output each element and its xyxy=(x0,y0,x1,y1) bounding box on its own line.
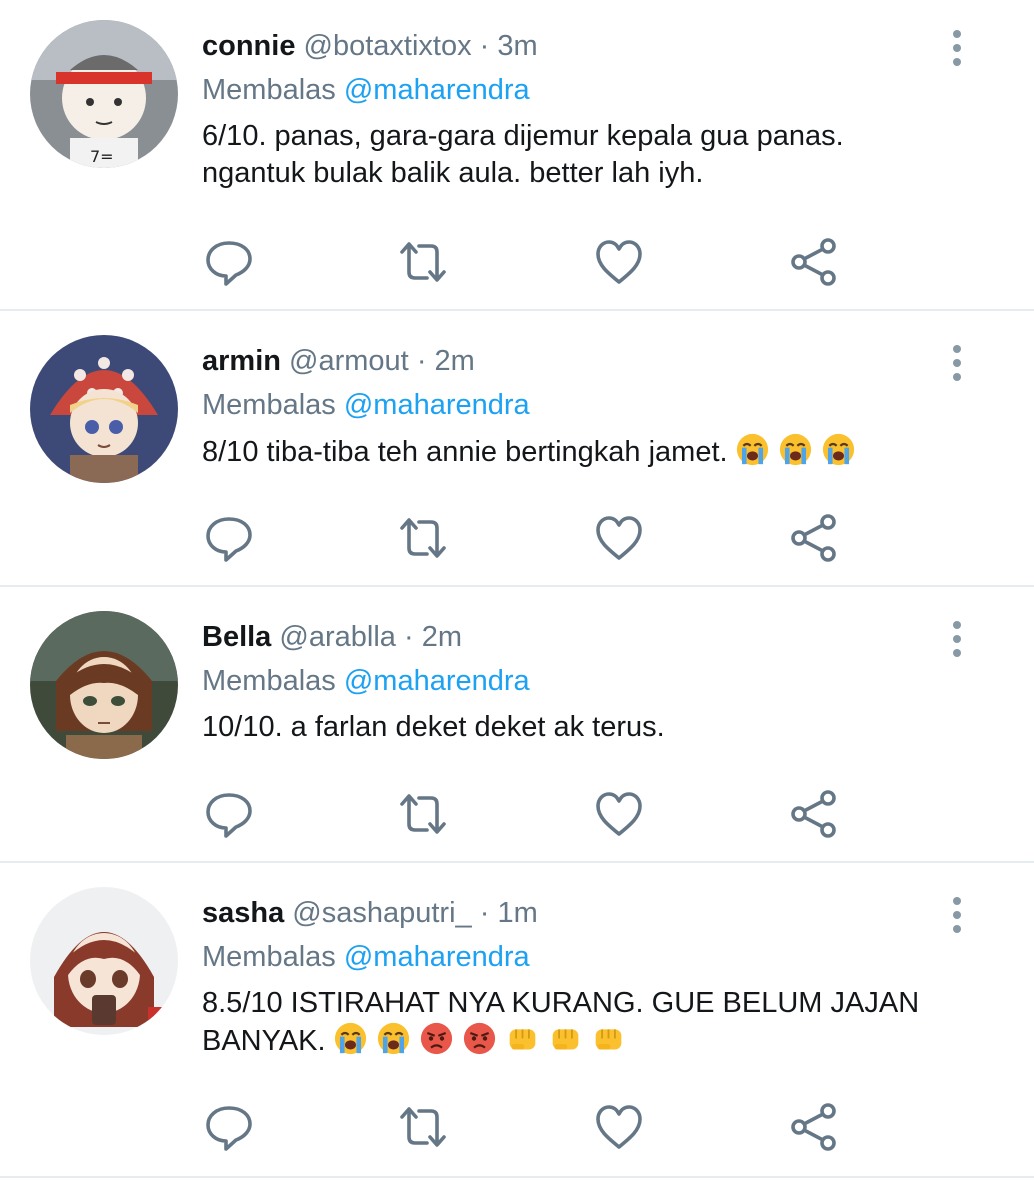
reply-context: Membalas @maharendra xyxy=(202,939,944,975)
tweet-header: armin @armout · 2m xyxy=(202,343,944,379)
heart-icon[interactable] xyxy=(594,238,644,286)
more-vertical-icon[interactable] xyxy=(942,619,972,659)
tweet-text: 10/10. a farlan deket deket ak terus. xyxy=(202,709,944,746)
reply-context: Membalas @maharendra xyxy=(202,663,944,699)
display-name[interactable]: connie xyxy=(202,30,295,62)
tweet-text: 6/10. panas, gara-gara dijemur kepala gu… xyxy=(202,118,944,192)
tweet-text-content: 10/10. a farlan deket deket ak terus. xyxy=(202,711,665,743)
timestamp[interactable]: 3m xyxy=(497,30,537,62)
pouting-face-icon xyxy=(463,1022,496,1055)
share-icon[interactable] xyxy=(790,790,840,838)
timestamp[interactable]: 2m xyxy=(435,345,475,377)
reply-mention-link[interactable]: @maharendra xyxy=(344,665,530,697)
tweet-text: 8/10 tiba-tiba teh annie bertingkah jame… xyxy=(202,433,944,471)
loudly-crying-face-icon xyxy=(822,433,855,466)
tweet-header: sasha @sashaputri_ · 1m xyxy=(202,895,944,931)
more-vertical-icon[interactable] xyxy=(942,28,972,68)
reply-mention-link[interactable]: @maharendra xyxy=(344,389,530,421)
user-handle[interactable]: @armout xyxy=(289,345,409,377)
reply-icon[interactable] xyxy=(204,238,254,286)
reply-context: Membalas @maharendra xyxy=(202,387,944,423)
loudly-crying-face-icon xyxy=(779,433,812,466)
reply-prefix: Membalas xyxy=(202,665,336,697)
reply-context: Membalas @maharendra xyxy=(202,72,944,108)
tweet-item[interactable]: Bella @arablla · 2m Membalas @maharendra… xyxy=(0,587,1034,861)
retweet-icon[interactable] xyxy=(398,1103,448,1151)
tweet-item[interactable]: 7= connie @botaxtixtox · 3m Membalas @ma… xyxy=(0,0,1034,310)
avatar[interactable]: 7= xyxy=(30,20,178,168)
separator: · xyxy=(416,345,427,377)
display-name[interactable]: armin xyxy=(202,345,281,377)
reply-mention-link[interactable]: @maharendra xyxy=(344,941,530,973)
retweet-icon[interactable] xyxy=(398,238,448,286)
tweet-header: Bella @arablla · 2m xyxy=(202,619,944,655)
heart-icon[interactable] xyxy=(594,790,644,838)
user-handle[interactable]: @sashaputri_ xyxy=(292,897,471,929)
tweet-item[interactable]: armin @armout · 2m Membalas @maharendra … xyxy=(0,311,1034,585)
loudly-crying-face-icon xyxy=(334,1022,367,1055)
user-handle[interactable]: @arablla xyxy=(279,621,396,653)
timestamp[interactable]: 1m xyxy=(497,897,537,929)
oncoming-fist-icon xyxy=(592,1022,625,1055)
tweet-text-content: 6/10. panas, gara-gara dijemur kepala gu… xyxy=(202,120,844,189)
loudly-crying-face-icon xyxy=(377,1022,410,1055)
reply-prefix: Membalas xyxy=(202,941,336,973)
reply-icon[interactable] xyxy=(204,514,254,562)
heart-icon[interactable] xyxy=(594,514,644,562)
display-name[interactable]: sasha xyxy=(202,897,284,929)
share-icon[interactable] xyxy=(790,514,840,562)
pouting-face-icon xyxy=(420,1022,453,1055)
emoji-group xyxy=(334,1022,627,1057)
svg-text:7=: 7= xyxy=(90,147,114,166)
retweet-icon[interactable] xyxy=(398,514,448,562)
avatar[interactable] xyxy=(30,611,178,759)
avatar[interactable] xyxy=(30,335,178,483)
oncoming-fist-icon xyxy=(549,1022,582,1055)
display-name[interactable]: Bella xyxy=(202,621,271,653)
loudly-crying-face-icon xyxy=(736,433,769,466)
reply-prefix: Membalas xyxy=(202,74,336,106)
reply-mention-link[interactable]: @maharendra xyxy=(344,74,530,106)
oncoming-fist-icon xyxy=(506,1022,539,1055)
more-vertical-icon[interactable] xyxy=(942,895,972,935)
reply-icon[interactable] xyxy=(204,790,254,838)
separator: · xyxy=(479,30,490,62)
reply-prefix: Membalas xyxy=(202,389,336,421)
tweet-item[interactable]: sasha @sashaputri_ · 1m Membalas @mahare… xyxy=(0,863,1034,1177)
user-handle[interactable]: @botaxtixtox xyxy=(304,30,472,62)
divider xyxy=(0,1176,1034,1178)
separator: · xyxy=(479,897,490,929)
tweet-feed: 7= connie @botaxtixtox · 3m Membalas @ma… xyxy=(0,0,1034,1200)
more-vertical-icon[interactable] xyxy=(942,343,972,383)
separator: · xyxy=(403,621,414,653)
tweet-text-content: 8/10 tiba-tiba teh annie bertingkah jame… xyxy=(202,436,728,468)
avatar[interactable] xyxy=(30,887,178,1035)
tweet-header: connie @botaxtixtox · 3m xyxy=(202,28,944,64)
heart-icon[interactable] xyxy=(594,1103,644,1151)
share-icon[interactable] xyxy=(790,1103,840,1151)
share-icon[interactable] xyxy=(790,238,840,286)
tweet-text: 8.5/10 ISTIRAHAT NYA KURANG. GUE BELUM J… xyxy=(202,985,944,1060)
timestamp[interactable]: 2m xyxy=(422,621,462,653)
reply-icon[interactable] xyxy=(204,1103,254,1151)
retweet-icon[interactable] xyxy=(398,790,448,838)
emoji-group xyxy=(736,433,857,468)
